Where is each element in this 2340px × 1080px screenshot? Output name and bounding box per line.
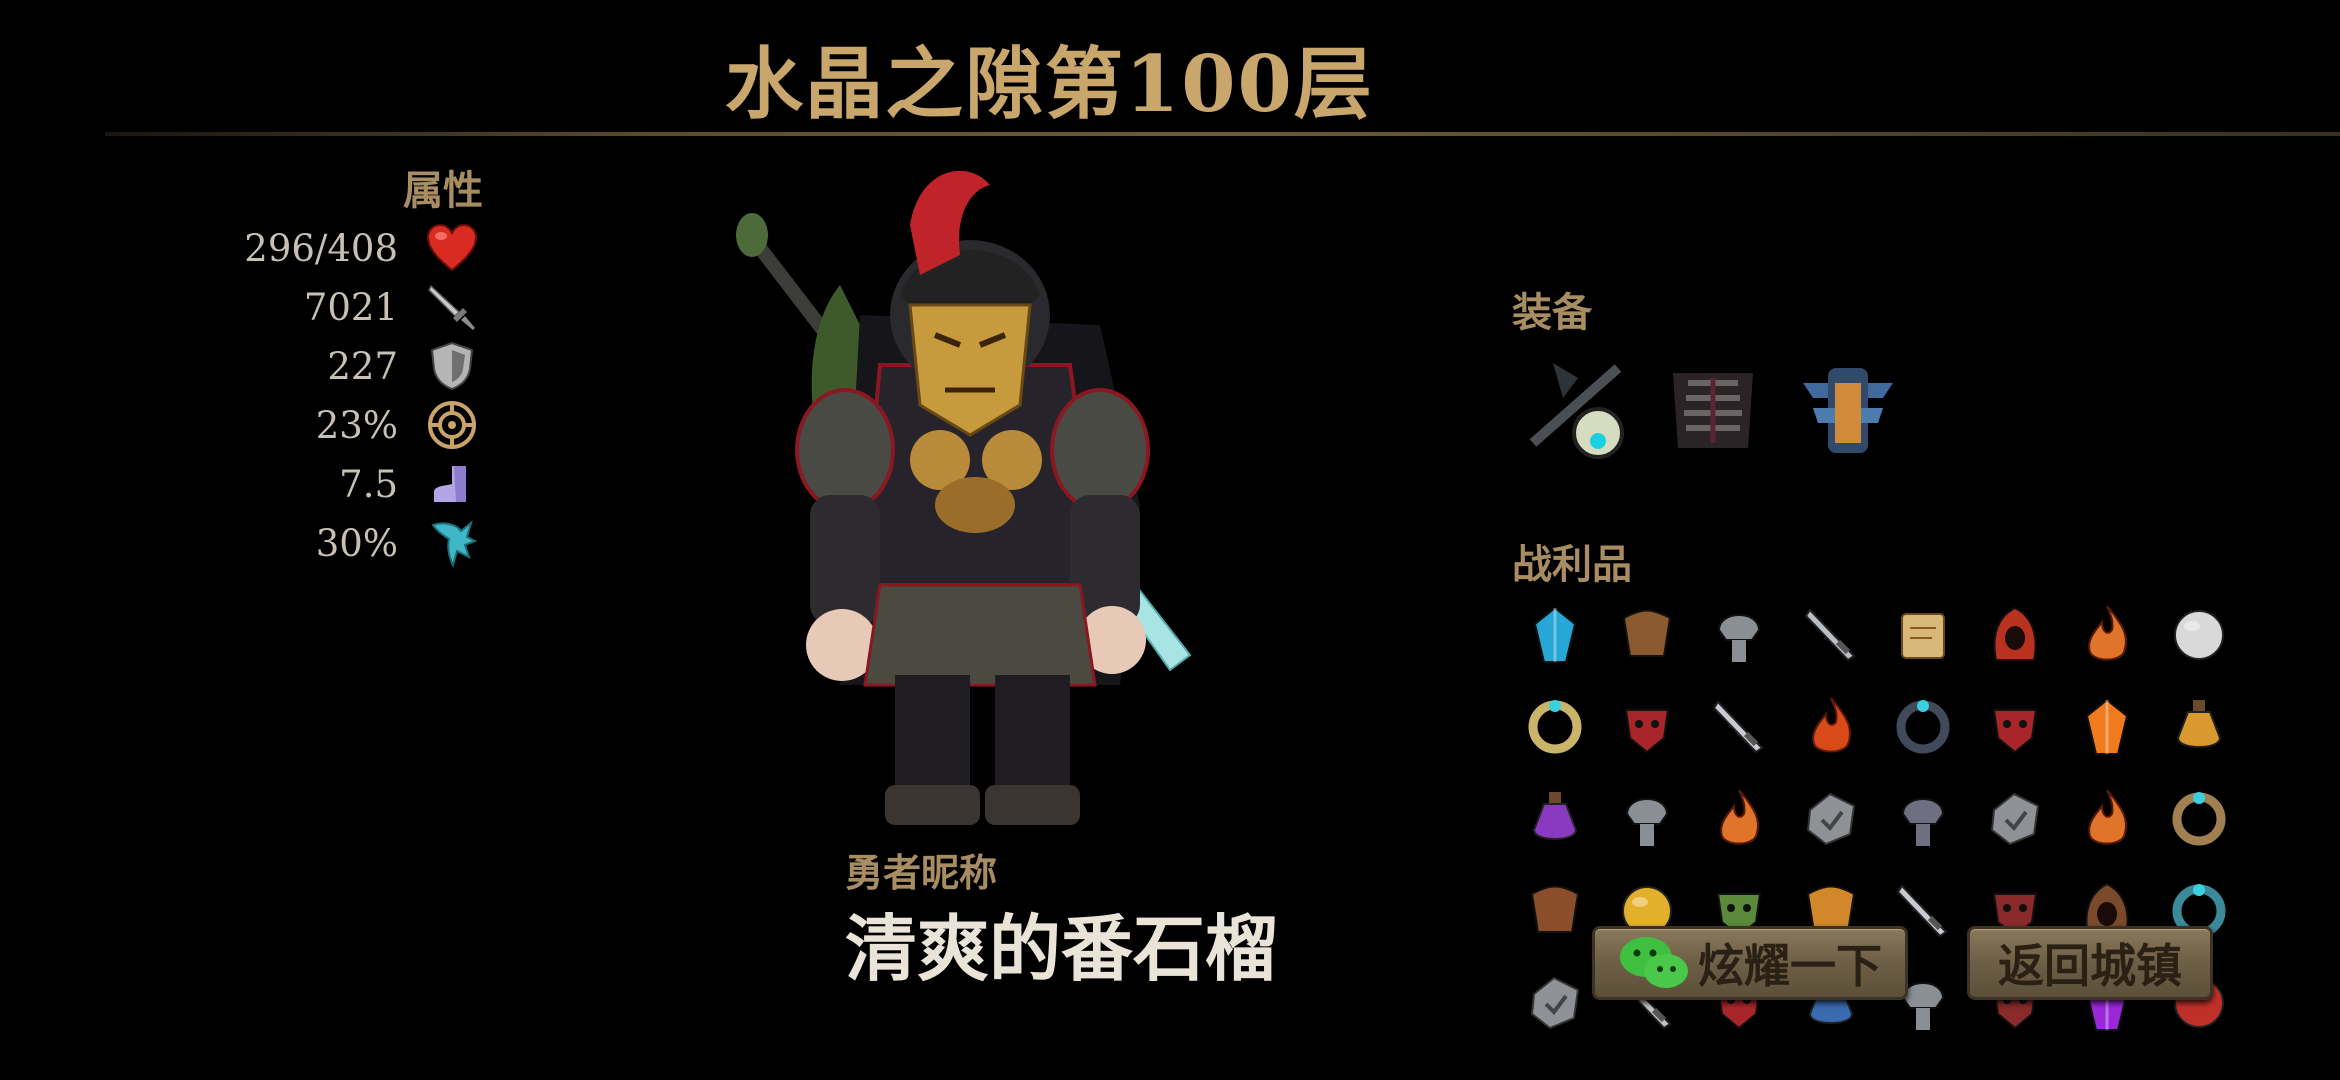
loot-slot[interactable] <box>2154 774 2244 864</box>
sword-icon <box>424 279 480 335</box>
flame-amulet-icon <box>1720 789 1759 845</box>
loot-slot[interactable] <box>1970 774 2060 864</box>
loot-slot[interactable] <box>1786 590 1876 680</box>
stone-rune-icon <box>1806 792 1856 846</box>
eye-ring-icon <box>1896 700 1950 754</box>
heart-icon <box>424 220 480 276</box>
loot-slot[interactable] <box>1602 590 1692 680</box>
share-button[interactable]: 炫耀一下 <box>1592 926 1908 1000</box>
iron-helm-icon <box>1717 614 1761 662</box>
loot-grid <box>1510 590 2270 1080</box>
stat-value-speed: 7.5 <box>339 462 398 506</box>
loot-slot[interactable] <box>2062 774 2152 864</box>
nickname-label: 勇者昵称 <box>845 850 998 895</box>
attributes-label: 属性 <box>403 167 483 214</box>
steel-gauntlet-icon <box>1901 798 1945 846</box>
loot-slot[interactable] <box>1878 774 1968 864</box>
gold-potion-icon <box>2176 700 2222 748</box>
star-ring-icon <box>1528 700 1582 754</box>
stat-row-critical: 23% <box>316 397 480 453</box>
equipment-label: 装备 <box>1512 289 1592 336</box>
chest-armor-icon <box>1672 372 1753 448</box>
pauldron-icon <box>1802 367 1893 453</box>
loot-slot[interactable] <box>1694 774 1784 864</box>
red-hood-icon <box>1993 606 2037 661</box>
loot-slot[interactable] <box>1970 682 2060 772</box>
loot-slot[interactable] <box>2154 682 2244 772</box>
weapon-staff-icon <box>1529 362 1624 459</box>
blue-crystal-icon <box>1533 606 1577 663</box>
shield-icon <box>424 338 480 394</box>
loot-slot[interactable] <box>1694 590 1784 680</box>
loot-slot[interactable] <box>1694 682 1784 772</box>
orange-crystal-icon <box>2085 698 2129 755</box>
loot-label: 战利品 <box>1512 541 1632 588</box>
critical-icon <box>424 397 480 453</box>
stat-value-splash: 30% <box>315 521 398 565</box>
stone-rune-icon <box>1530 976 1580 1030</box>
loot-slot[interactable] <box>1510 590 1600 680</box>
loot-slot[interactable] <box>1786 682 1876 772</box>
equipment-slot-3[interactable] <box>1790 350 1905 465</box>
stat-value-hp: 296/408 <box>244 226 398 270</box>
equipment-slot-2[interactable] <box>1655 350 1770 465</box>
loot-slot[interactable] <box>1878 682 1968 772</box>
curved-dagger-icon <box>1804 608 1856 662</box>
stat-value-critical: 23% <box>315 403 398 447</box>
flame-amulet-icon <box>2088 789 2127 845</box>
crowned-orb-icon <box>2174 610 2224 660</box>
stat-row-hp: 296/408 <box>244 220 480 276</box>
share-button-label: 炫耀一下 <box>1698 939 1882 993</box>
nickname-value: 清爽的番石榴 <box>845 906 1278 991</box>
red-mask-icon <box>1624 709 1670 754</box>
leather-pouch-icon <box>1530 885 1580 933</box>
loot-slot[interactable] <box>1510 958 1600 1048</box>
purple-amulet-icon <box>1532 792 1578 840</box>
loot-slot[interactable] <box>2062 590 2152 680</box>
iron-helm-icon <box>1625 798 1669 846</box>
hero-portrait <box>720 165 1240 835</box>
loot-slot[interactable] <box>1878 590 1968 680</box>
boot-icon <box>424 456 480 512</box>
loot-slot[interactable] <box>1510 774 1600 864</box>
stat-row-splash: 30% <box>316 515 480 571</box>
fur-cape-icon <box>1622 609 1672 657</box>
spike-blade-icon <box>1712 700 1764 754</box>
stat-row-attack: 7021 <box>304 279 480 335</box>
scroll-map-icon <box>1901 613 1945 659</box>
equipment-slot-1[interactable] <box>1520 350 1635 465</box>
gold-bracelet-icon <box>2172 792 2226 846</box>
stat-value-attack: 7021 <box>303 285 398 329</box>
fire-gem-icon <box>1812 697 1851 753</box>
splash-icon <box>424 515 480 571</box>
loot-slot[interactable] <box>2154 590 2244 680</box>
loot-slot[interactable] <box>1510 866 1600 956</box>
red-mask-icon <box>1992 709 2038 754</box>
stat-row-defense: 227 <box>327 338 480 394</box>
loot-slot[interactable] <box>2062 682 2152 772</box>
loot-slot[interactable] <box>1602 682 1692 772</box>
return-to-town-button[interactable]: 返回城镇 <box>1967 926 2213 1000</box>
stat-value-defense: 227 <box>327 344 398 388</box>
title-divider <box>105 132 2340 136</box>
loot-slot[interactable] <box>1510 682 1600 772</box>
flame-amulet-icon <box>2088 605 2127 661</box>
stat-row-speed: 7.5 <box>339 456 480 512</box>
page-title: 水晶之隙第100层 <box>725 39 1374 130</box>
loot-slot[interactable] <box>1786 774 1876 864</box>
loot-slot[interactable] <box>1602 774 1692 864</box>
loot-slot[interactable] <box>1970 590 2060 680</box>
stone-rune-icon <box>1990 792 2040 846</box>
wechat-icon <box>1618 933 1692 993</box>
